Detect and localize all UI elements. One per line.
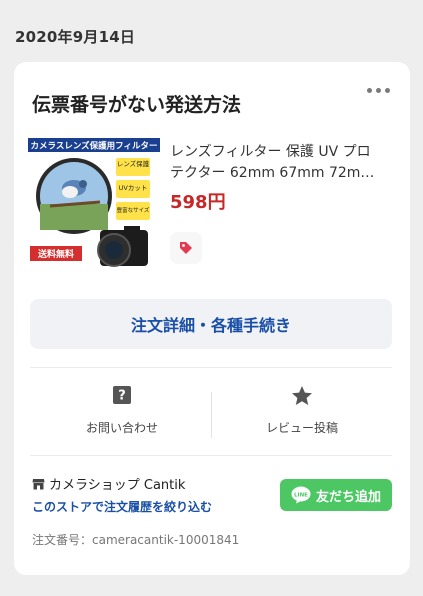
- order-detail-button[interactable]: 注文詳細・各種手続き: [30, 299, 392, 349]
- filter-by-store-link[interactable]: このストアで注文履歴を絞り込む: [32, 498, 212, 515]
- product-name-line1: レンズフィルター 保護 UV プロ: [170, 144, 371, 160]
- divider: [30, 455, 392, 456]
- store-icon: [32, 478, 45, 489]
- product-price: 598円: [170, 192, 226, 213]
- price-tag-button[interactable]: [170, 232, 202, 264]
- thumb-label-sizes: 豊富なサイズ: [117, 206, 150, 214]
- svg-text:?: ?: [118, 389, 126, 404]
- inquiry-button[interactable]: ? お問い合わせ: [47, 383, 197, 436]
- line-button-label: 友だち追加: [315, 489, 381, 505]
- product-thumbnail[interactable]: カメラスレンズ保護用フィルター レンズ保護 UVカット 豊富なサイズ 送料無料: [28, 138, 160, 270]
- shipping-method-title: 伝票番号がない発送方法: [32, 94, 242, 116]
- line-icon: LINE: [291, 486, 311, 504]
- review-button[interactable]: レビュー投稿: [227, 383, 377, 436]
- action-divider: [211, 392, 212, 438]
- order-number: 注文番号：cameracantik-10001841: [32, 533, 240, 547]
- store-name[interactable]: カメラショップ Cantik: [32, 474, 185, 493]
- inquiry-label: お問い合わせ: [85, 421, 158, 435]
- free-shipping-badge: 送料無料: [37, 248, 74, 260]
- divider: [30, 367, 392, 368]
- star-icon: [292, 386, 312, 405]
- order-card: 伝票番号がない発送方法 カメラスレンズ保護用フィルター レンズ保護 UVカット …: [14, 62, 410, 575]
- line-add-friend-button[interactable]: LINE 友だち追加: [280, 479, 392, 511]
- product-name[interactable]: レンズフィルター 保護 UV プロ テクター 62mm 67mm 72m…: [170, 142, 395, 184]
- thumb-label-uv: UVカット: [119, 184, 148, 192]
- thumb-label-protect: レンズ保護: [117, 159, 150, 168]
- price-tag-icon: [180, 242, 192, 254]
- line-icon-text: LINE: [294, 493, 308, 499]
- order-date: 2020年9月14日: [15, 28, 136, 46]
- more-horizontal-icon[interactable]: [367, 88, 390, 93]
- review-label: レビュー投稿: [265, 421, 338, 435]
- thumb-banner-text: カメラスレンズ保護用フィルター: [31, 141, 158, 152]
- product-name-line2: テクター 62mm 67mm 72m…: [170, 165, 375, 181]
- store-name-text: カメラショップ Cantik: [49, 478, 186, 493]
- question-icon: ?: [113, 386, 131, 404]
